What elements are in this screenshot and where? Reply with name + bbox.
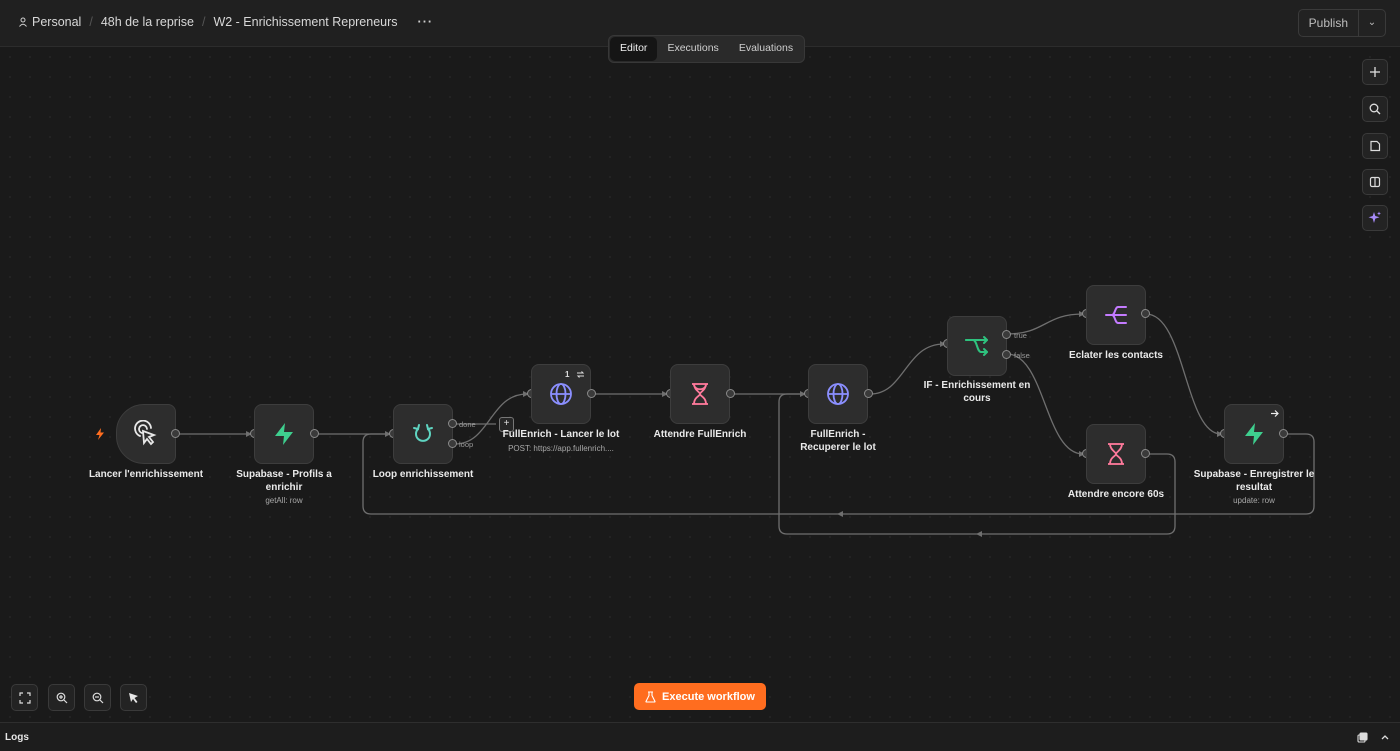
output-port[interactable] (171, 429, 180, 438)
node-label: FullEnrich - Recuperer le lot (800, 429, 876, 453)
output-port[interactable] (310, 429, 319, 438)
if-true-port[interactable] (1002, 330, 1011, 339)
node-attendre-fullenrich[interactable] (670, 364, 730, 424)
lightning-icon (96, 428, 104, 440)
loop-icon (413, 424, 433, 442)
add-node-tool-button[interactable] (1362, 59, 1388, 85)
hourglass-icon (692, 383, 708, 405)
logs-title: Logs (5, 732, 29, 743)
hourglass-icon (1108, 443, 1124, 465)
node-label: IF - Enrichissement en cours (923, 380, 1031, 404)
port-label-loop: loop (459, 440, 474, 449)
if-false-port[interactable] (1002, 350, 1011, 359)
output-port[interactable] (1279, 429, 1288, 438)
node-subtitle: getAll: row (265, 496, 303, 505)
pinned-count-badge: 1 (565, 370, 570, 379)
node-label: Supabase - Enregistrer le resultat (1193, 469, 1315, 493)
port-label-done: done (459, 420, 476, 429)
pop-out-icon[interactable] (1357, 732, 1368, 743)
node-subtitle: POST: https://app.fullenrich.... (508, 444, 614, 453)
fit-view-button[interactable] (11, 684, 38, 711)
node-label: FullEnrich - Lancer le lot (502, 429, 620, 440)
globe-icon (827, 383, 849, 405)
ai-sparkle-icon (1368, 211, 1381, 223)
logs-panel-bar[interactable]: Logs (0, 722, 1400, 751)
chevron-up-icon[interactable] (1380, 733, 1390, 742)
node-attendre-60s[interactable] (1086, 424, 1146, 484)
tab-evaluations[interactable]: Evaluations (729, 37, 803, 61)
tab-editor[interactable]: Editor (610, 37, 658, 61)
retry-icon (576, 371, 585, 378)
loop-loop-port[interactable] (448, 439, 457, 448)
zoom-out-icon (92, 692, 103, 703)
zoom-out-button[interactable] (84, 684, 111, 711)
node-label: Supabase - Profils a enrichir (236, 469, 332, 493)
plus-icon (1370, 67, 1380, 77)
node-lancer-enrichissement[interactable] (116, 404, 176, 464)
cursor-click-icon (134, 420, 157, 446)
tab-executions[interactable]: Executions (657, 37, 728, 61)
zoom-in-icon (56, 692, 67, 703)
panel-icon (1369, 176, 1381, 188)
node-label: Attendre FullEnrich (653, 429, 747, 440)
node-label: Attendre encore 60s (1067, 489, 1165, 500)
arrow-right-icon (1271, 410, 1279, 417)
split-icon (1105, 306, 1127, 324)
execute-workflow-button[interactable]: Execute workflow (634, 683, 766, 710)
node-subtitle: update: row (1233, 496, 1275, 505)
search-icon (1369, 103, 1381, 115)
output-port[interactable] (864, 389, 873, 398)
loop-done-port[interactable] (448, 419, 457, 428)
node-supabase-profils[interactable] (254, 404, 314, 464)
globe-icon (550, 383, 572, 405)
supabase-bolt-icon (275, 423, 293, 445)
port-label-true: true (1014, 331, 1027, 340)
node-label: Eclater les contacts (1069, 350, 1163, 361)
port-label-false: false (1014, 351, 1030, 360)
toggle-panel-button[interactable] (1362, 169, 1388, 195)
search-nodes-button[interactable] (1362, 96, 1388, 122)
tidy-icon (129, 693, 138, 703)
view-tabs: Editor Executions Evaluations (608, 35, 806, 63)
node-if-enrichissement[interactable] (947, 316, 1007, 376)
execute-label: Execute workflow (662, 690, 755, 703)
fit-view-icon (18, 691, 31, 704)
node-eclater-contacts[interactable] (1086, 285, 1146, 345)
output-port[interactable] (1141, 309, 1150, 318)
output-port[interactable] (1141, 449, 1150, 458)
output-port[interactable] (587, 389, 596, 398)
ai-assistant-button[interactable] (1362, 205, 1388, 231)
supabase-bolt-icon (1245, 423, 1263, 445)
zoom-in-button[interactable] (48, 684, 75, 711)
node-label: Lancer l'enrichissement (88, 469, 204, 480)
if-branch-icon (965, 336, 988, 356)
tidy-up-button[interactable] (120, 684, 147, 711)
sticky-note-icon (1370, 140, 1381, 152)
sticky-note-button[interactable] (1362, 133, 1388, 159)
node-fullenrich-recuperer[interactable] (808, 364, 868, 424)
node-loop-enrichissement[interactable] (393, 404, 453, 464)
output-port[interactable] (726, 389, 735, 398)
node-label: Loop enrichissement (372, 469, 474, 480)
flask-icon (645, 690, 656, 703)
